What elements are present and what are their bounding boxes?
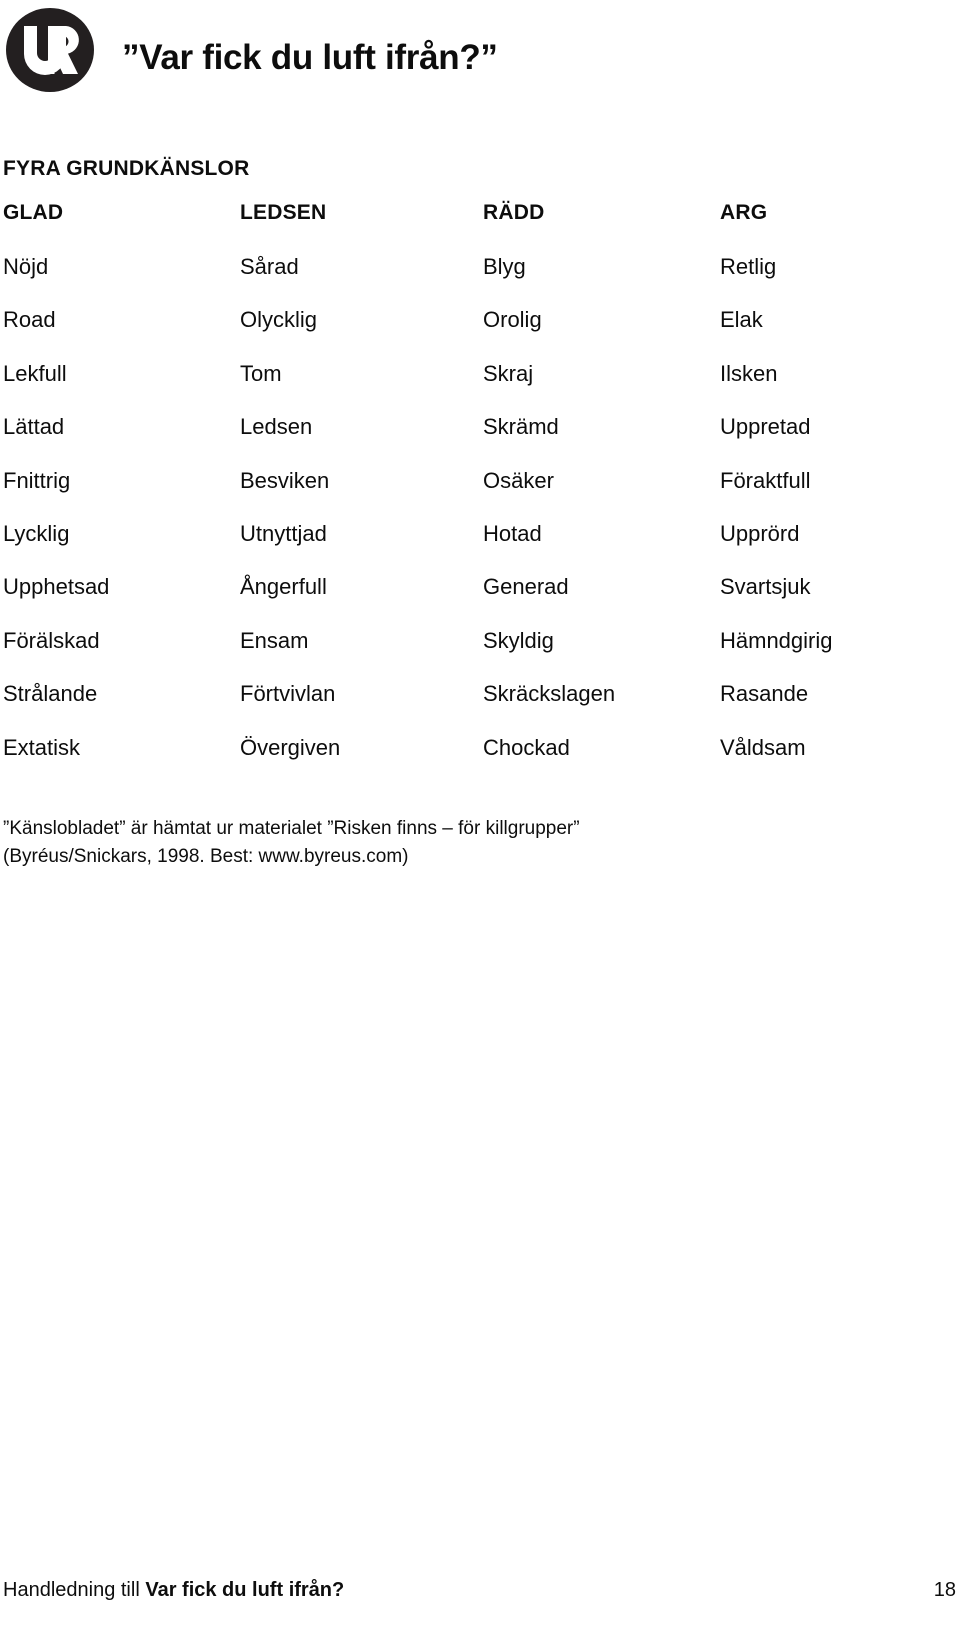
page-number: 18: [933, 1579, 956, 1601]
column-header-ledsen: LEDSEN: [240, 201, 327, 224]
table-cell: Nöjd: [3, 254, 49, 279]
feelings-table: GLAD LEDSEN RÄDD ARG Nöjd Sårad Blyg Ret…: [0, 199, 960, 787]
table-cell: Skraj: [483, 360, 534, 386]
table-row: Förälskad Ensam Skyldig Hämndgirig: [0, 627, 960, 680]
table-cell: Generad: [483, 574, 569, 600]
table-row: Upphetsad Ångerfull Generad Svartsjuk: [0, 573, 960, 626]
table-cell: Skyldig: [483, 627, 554, 653]
table-cell: Skräckslagen: [483, 681, 616, 707]
table-header-row: GLAD LEDSEN RÄDD ARG: [0, 199, 960, 253]
table-cell: Ångerfull: [240, 574, 327, 600]
table-cell: Osäker: [483, 467, 554, 493]
table-cell: Lycklig: [3, 520, 70, 546]
table-row: Extatisk Övergiven Chockad Våldsam: [0, 734, 960, 787]
table-cell: Ledsen: [240, 414, 313, 440]
table-cell: Förälskad: [3, 627, 100, 653]
table-cell: Fnittrig: [3, 467, 71, 493]
table-cell: Svartsjuk: [720, 574, 811, 600]
table-cell: Olycklig: [240, 307, 318, 333]
source-note: ”Känslobladet” är hämtat ur materialet ”…: [3, 815, 703, 871]
footer-caption: Handledning till Var fick du luft ifrån?: [3, 1576, 344, 1604]
table-cell: Sårad: [240, 254, 299, 279]
table-cell: Utnyttjad: [240, 520, 327, 546]
table-cell: Uppretad: [720, 414, 811, 440]
table-cell: Våldsam: [720, 734, 806, 760]
table-cell: Orolig: [483, 307, 542, 333]
page-title: ”Var fick du luft ifrån?”: [122, 38, 498, 78]
table-cell: Besviken: [240, 467, 330, 493]
table-row: Fnittrig Besviken Osäker Föraktfull: [0, 467, 960, 520]
table-cell: Tom: [240, 360, 282, 386]
table-row: Lättad Ledsen Skrämd Uppretad: [0, 413, 960, 466]
table-cell: Förtvivlan: [240, 681, 336, 707]
table-row: Road Olycklig Orolig Elak: [0, 306, 960, 359]
table-cell: Lekfull: [3, 360, 67, 386]
source-note-line-2: (Byréus/Snickars, 1998. Best: www.byreus…: [3, 846, 409, 867]
table-cell: Hämndgirig: [720, 627, 833, 653]
column-header-radd: RÄDD: [483, 201, 545, 224]
table-row: Nöjd Sårad Blyg Retlig: [0, 253, 960, 306]
table-cell: Extatisk: [3, 734, 81, 760]
table-cell: Lättad: [3, 414, 65, 440]
footer-prefix: Handledning till: [3, 1579, 146, 1601]
section-heading: FYRA GRUNDKÄNSLOR: [3, 157, 250, 181]
table-cell: Hotad: [483, 520, 542, 546]
page-header: ”Var fick du luft ifrån?”: [0, 0, 960, 100]
ur-logo: [6, 6, 94, 94]
footer-program-title: Var fick du luft ifrån?: [145, 1579, 345, 1601]
table-cell: Skrämd: [483, 414, 559, 440]
table-cell: Strålande: [3, 681, 98, 707]
table-row: Strålande Förtvivlan Skräckslagen Rasand…: [0, 680, 960, 733]
table-cell: Rasande: [720, 681, 809, 707]
table-row: Lycklig Utnyttjad Hotad Upprörd: [0, 520, 960, 573]
table-row: Lekfull Tom Skraj Ilsken: [0, 360, 960, 413]
table-cell: Chockad: [483, 734, 570, 760]
table-cell: Retlig: [720, 254, 777, 279]
table-cell: Blyg: [483, 254, 526, 279]
table-cell: Övergiven: [240, 734, 341, 760]
table-cell: Ensam: [240, 627, 309, 653]
table-cell: Upphetsad: [3, 574, 110, 600]
table-cell: Road: [3, 307, 56, 333]
table-cell: Ilsken: [720, 360, 778, 386]
table-cell: Elak: [720, 307, 763, 333]
table-cell: Föraktfull: [720, 467, 811, 493]
page-footer: Handledning till Var fick du luft ifrån?…: [0, 1576, 960, 1606]
source-note-line-1: ”Känslobladet” är hämtat ur materialet ”…: [3, 818, 580, 839]
table-cell: Upprörd: [720, 520, 800, 546]
column-header-glad: GLAD: [3, 201, 64, 224]
column-header-arg: ARG: [720, 201, 768, 224]
